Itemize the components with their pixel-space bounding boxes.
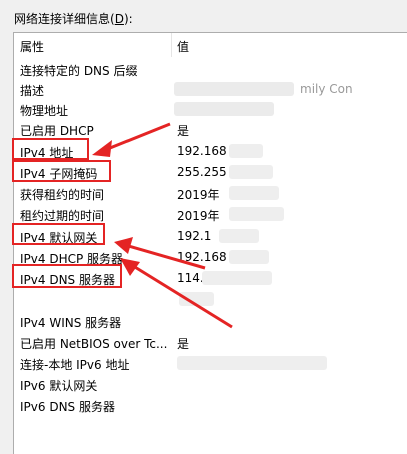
redacted-area	[174, 82, 294, 96]
list-row-mac[interactable]: 物理地址	[14, 99, 407, 119]
list-row-ipv4-wins[interactable]: IPv4 WINS 服务器	[14, 311, 407, 331]
row-key: IPv6 DNS 服务器	[20, 400, 115, 414]
row-key: IPv4 WINS 服务器	[20, 316, 122, 330]
row-value: 114.	[177, 271, 204, 285]
list-row-netbios[interactable]: 已启用 NetBIOS over Tc... 是	[14, 332, 407, 352]
row-key: IPv6 默认网关	[20, 379, 98, 393]
redacted-area	[177, 356, 327, 370]
highlight-ipv4-subnet	[12, 160, 111, 182]
list-row-ipv6-link-local[interactable]: 连接-本地 IPv6 地址	[14, 353, 407, 373]
details-group-label-text: 网络连接详细信息(D):	[14, 12, 133, 26]
row-value: mily Con	[300, 82, 353, 96]
row-key: 描述	[20, 84, 45, 98]
row-key: 租约过期的时间	[20, 209, 105, 223]
redacted-area	[229, 186, 279, 200]
row-key: 物理地址	[20, 104, 69, 118]
row-value: 192.168	[177, 250, 227, 264]
list-row-ipv6-gateway[interactable]: IPv6 默认网关	[14, 374, 407, 394]
redacted-area	[229, 207, 284, 221]
row-key: 连接特定的 DNS 后缀	[20, 64, 138, 78]
row-value: 2019年	[177, 188, 220, 202]
details-group-label: 网络连接详细信息(D):	[14, 10, 133, 27]
list-row-dhcp-enabled[interactable]: 已启用 DHCP 是	[14, 119, 407, 139]
row-value: 192.168	[177, 144, 227, 158]
list-row-lease-expires[interactable]: 租约过期的时间 2019年	[14, 204, 407, 224]
column-header-property[interactable]: 属性	[20, 38, 44, 55]
redacted-area	[229, 144, 263, 158]
redacted-area	[179, 292, 214, 306]
row-value: 192.1	[177, 229, 212, 243]
row-value: 2019年	[177, 209, 220, 223]
redacted-area	[202, 271, 272, 285]
row-value: 是	[177, 124, 190, 138]
column-divider[interactable]	[171, 33, 172, 57]
redacted-area	[174, 102, 274, 116]
redacted-area	[229, 165, 273, 179]
row-value: 是	[177, 337, 190, 351]
row-key: 已启用 DHCP	[20, 124, 94, 138]
redacted-area	[219, 229, 259, 243]
column-header-value[interactable]: 值	[177, 38, 189, 55]
highlight-ipv4-address	[12, 138, 89, 160]
row-value: 255.255	[177, 165, 227, 179]
list-row-ipv4-dns-server-extra[interactable]	[14, 289, 407, 309]
list-row-dns-suffix[interactable]: 连接特定的 DNS 后缀	[14, 59, 407, 79]
list-row-ipv6-dns[interactable]: IPv6 DNS 服务器	[14, 395, 407, 415]
highlight-ipv4-gateway	[12, 223, 105, 245]
row-key: 连接-本地 IPv6 地址	[20, 358, 130, 372]
list-row-description[interactable]: 描述 mily Con	[14, 79, 407, 99]
row-key: 获得租约的时间	[20, 188, 105, 202]
list-row-lease-obtained[interactable]: 获得租约的时间 2019年	[14, 183, 407, 203]
highlight-ipv4-dns	[12, 264, 122, 288]
redacted-area	[229, 250, 269, 264]
row-key: 已启用 NetBIOS over Tc...	[20, 337, 168, 351]
list-header: 属性 值	[14, 33, 407, 57]
network-connection-details-dialog: 网络连接详细信息(D): 属性 值 连接特定的 DNS 后缀 描述 mily C…	[0, 0, 407, 454]
